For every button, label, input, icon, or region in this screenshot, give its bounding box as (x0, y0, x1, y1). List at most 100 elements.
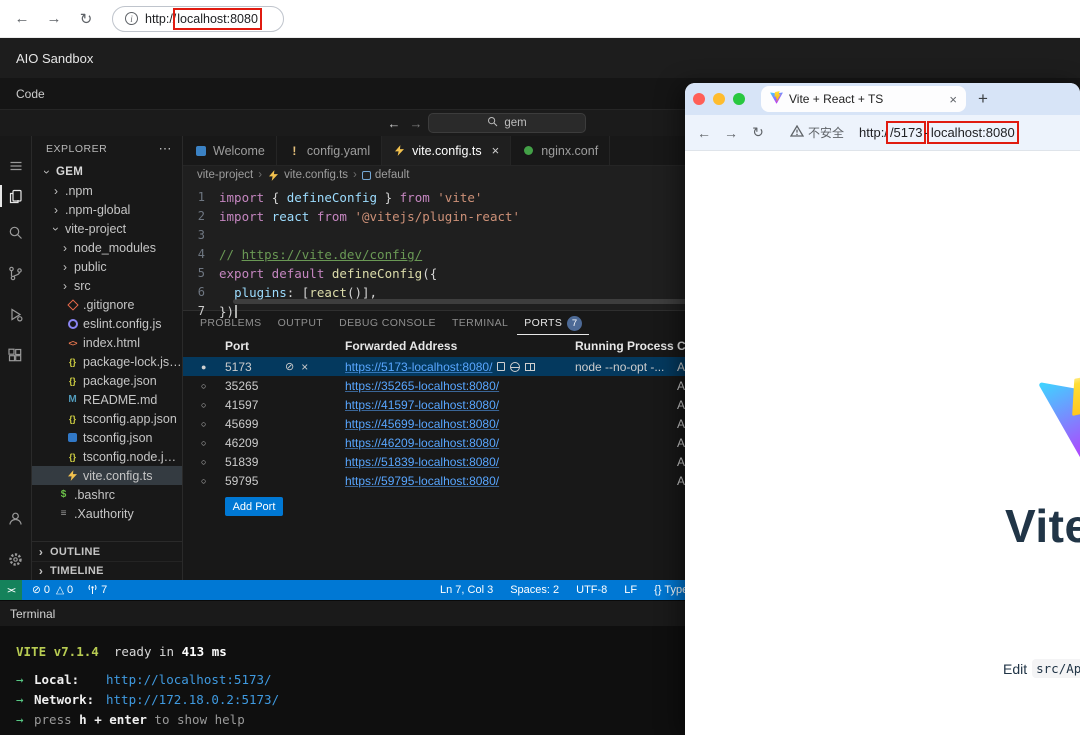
tree-item-public[interactable]: › public (32, 257, 182, 276)
close-icon[interactable]: × (492, 143, 500, 158)
forward-icon[interactable]: → (42, 7, 66, 31)
tree-item-vite-project[interactable]: › vite-project (32, 219, 182, 238)
encoding-status[interactable]: UTF-8 (576, 584, 607, 596)
activity-bar (0, 136, 32, 580)
search-sidebar-icon[interactable] (0, 220, 32, 244)
account-icon[interactable] (0, 506, 32, 530)
code-token: }) (219, 304, 235, 319)
editor-tab-welcome[interactable]: Welcome (183, 136, 277, 165)
breadcrumb-item[interactable]: default (361, 169, 409, 181)
add-port-button[interactable]: Add Port (225, 497, 283, 516)
menu-icon[interactable] (0, 154, 32, 178)
tree-item-tsconfig-json[interactable]: tsconfig.json (32, 428, 182, 447)
preview-in-editor-icon[interactable] (525, 362, 536, 371)
new-tab-icon[interactable]: + (978, 89, 988, 109)
eol-status[interactable]: LF (624, 584, 637, 596)
edit-hint-prefix: Edit (1003, 660, 1028, 677)
explorer-sidebar: EXPLORER ⋯ › GEM › .npm › .npm-global › vite-pr… (32, 136, 183, 580)
forwarded-address-cell: https://5173-localhost:8080/ (345, 360, 575, 374)
zoom-window-button[interactable] (733, 93, 745, 105)
json-file-icon (66, 450, 79, 463)
forwarded-address-link[interactable]: https://59795-localhost:8080/ (345, 474, 499, 488)
tree-item-gitignore[interactable]: .gitignore (32, 295, 182, 314)
port-number: 59795 (225, 473, 259, 488)
copy-address-icon[interactable] (497, 362, 506, 371)
file-label: package.json (83, 373, 157, 388)
settings-gear-icon[interactable] (0, 547, 32, 571)
tree-item-package-json[interactable]: package.json (32, 371, 182, 390)
explorer-icon[interactable] (0, 184, 32, 208)
forwarded-address-link[interactable]: https://46209-localhost:8080/ (345, 436, 499, 450)
editor-tab-nginx-conf[interactable]: nginx.conf (511, 136, 611, 165)
code-token: : [ (286, 285, 310, 300)
browser-tab[interactable]: Vite + React + TS × (761, 86, 966, 112)
tree-item-node-modules[interactable]: › node_modules (32, 238, 182, 257)
port-number: 51839 (225, 454, 259, 469)
terminal-url[interactable]: http://172.18.0.2:5173/ (106, 692, 279, 707)
code-tab[interactable]: Code (16, 87, 45, 101)
tree-item-index-html[interactable]: index.html (32, 333, 182, 352)
run-debug-icon[interactable] (0, 302, 32, 326)
terminal-url[interactable]: http://localhost:5173/ (106, 672, 272, 687)
vite-file-icon (66, 469, 79, 482)
breadcrumb-item[interactable]: vite-project (197, 169, 253, 181)
tree-item-readme-md[interactable]: README.md (32, 390, 182, 409)
arrow-icon: → (16, 672, 24, 687)
tree-item-vite-config-ts[interactable]: vite.config.ts (32, 466, 182, 485)
tree-item-bashrc[interactable]: .bashrc (32, 485, 182, 504)
info-icon[interactable]: i (125, 12, 138, 25)
forwarded-address-link[interactable]: https://51839-localhost:8080/ (345, 455, 499, 469)
browser-forward-icon[interactable]: → (722, 125, 740, 141)
forwarded-address-link[interactable]: https://41597-localhost:8080/ (345, 398, 499, 412)
code-token: export default (219, 266, 332, 281)
stop-forwarding-icon[interactable]: ⊘ (285, 360, 294, 373)
browser-refresh-icon[interactable]: ↻ (749, 124, 767, 141)
command-center-search[interactable]: gem (428, 113, 586, 133)
back-icon[interactable]: ← (10, 7, 34, 31)
extensions-icon[interactable] (0, 343, 32, 367)
problems-status[interactable]: ⊘ 0 △ 0 (22, 580, 80, 600)
file-label: .bashrc (74, 487, 115, 502)
tree-item-tsconfig-node-json[interactable]: tsconfig.node.json (32, 447, 182, 466)
history-back-icon[interactable]: ← (384, 113, 404, 133)
indentation-status[interactable]: Spaces: 2 (510, 584, 559, 596)
remote-indicator[interactable]: >< (0, 580, 22, 600)
history-forward-icon[interactable]: → (406, 113, 426, 133)
tree-item-src[interactable]: › src (32, 276, 182, 295)
file-label: tsconfig.json (83, 430, 153, 445)
browser-url-text[interactable]: http://5173- localhost:8080 (859, 121, 1019, 144)
address-bar[interactable]: i http://localhost:8080 (112, 5, 284, 32)
breadcrumb-item[interactable]: vite.config.ts (267, 169, 348, 182)
security-chip[interactable]: 不安全 (789, 124, 844, 141)
cursor-position[interactable]: Ln 7, Col 3 (440, 584, 493, 596)
open-in-browser-icon[interactable] (510, 361, 521, 372)
editor-tab-vite-config-ts[interactable]: vite.config.ts × (382, 136, 512, 165)
json-file-icon (66, 355, 79, 368)
tree-item-xauthority[interactable]: .Xauthority (32, 504, 182, 523)
forwarded-address-link[interactable]: https://35265-localhost:8080/ (345, 379, 499, 393)
tree-item-npm[interactable]: › .npm (32, 181, 182, 200)
tree-item-npm-global[interactable]: › .npm-global (32, 200, 182, 219)
forwarded-address-link[interactable]: https://45699-localhost:8080/ (345, 417, 499, 431)
close-tab-icon[interactable]: × (949, 92, 957, 107)
browser-back-icon[interactable]: ← (695, 125, 713, 141)
tree-item-tsconfig-app-json[interactable]: tsconfig.app.json (32, 409, 182, 428)
remove-port-icon[interactable]: × (301, 360, 308, 374)
ports-status[interactable]: 7 (80, 580, 114, 600)
close-window-button[interactable] (693, 93, 705, 105)
source-control-icon[interactable] (0, 261, 32, 285)
status-bar-right: Ln 7, Col 3 Spaces: 2 UTF-8 LF {} TypeS (440, 580, 696, 600)
md-file-icon (66, 393, 79, 406)
tree-item-package-lock-json[interactable]: package-lock.json (32, 352, 182, 371)
editor-tab-config-yaml[interactable]: ! config.yaml (276, 136, 383, 165)
forwarded-address-link[interactable]: https://5173-localhost:8080/ (345, 360, 492, 374)
tree-item-gem[interactable]: › GEM (32, 162, 182, 181)
tree-item-eslint-config-js[interactable]: eslint.config.js (32, 314, 182, 333)
section-outline[interactable]: › OUTLINE (32, 542, 182, 561)
more-actions-icon[interactable]: ⋯ (159, 141, 173, 157)
vite-version-text: VITE v7.1.4 (16, 644, 99, 659)
chevron-right-icon: › (258, 169, 263, 181)
minimize-window-button[interactable] (713, 93, 725, 105)
refresh-icon[interactable]: ↻ (74, 7, 98, 31)
section-timeline[interactable]: › TIMELINE (32, 561, 182, 580)
